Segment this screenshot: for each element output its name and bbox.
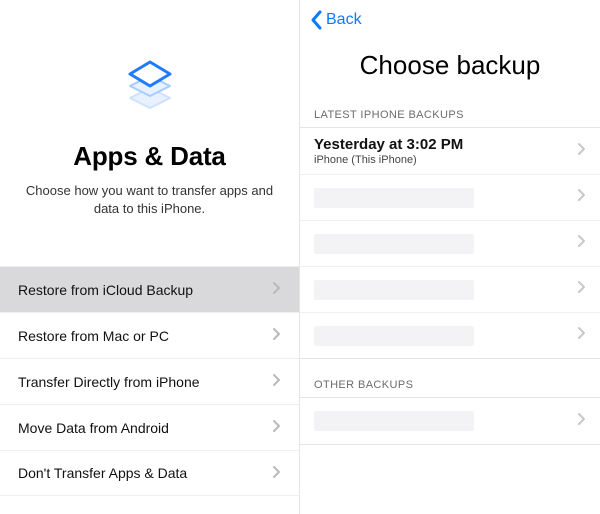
chevron-right-icon (272, 327, 281, 341)
apps-and-data-screen: Apps & Data Choose how you want to trans… (0, 0, 300, 514)
backup-row[interactable] (300, 174, 600, 220)
chevron-right-icon (577, 412, 586, 426)
chevron-right-icon (577, 142, 586, 156)
nav-bar: Back (300, 0, 600, 40)
restore-option-label: Transfer Directly from iPhone (18, 374, 200, 390)
restore-option-label: Restore from Mac or PC (18, 328, 169, 344)
backup-row[interactable] (300, 266, 600, 312)
chevron-right-icon (577, 188, 586, 202)
restore-option[interactable]: Restore from iCloud Backup (0, 266, 299, 312)
restore-option[interactable]: Don't Transfer Apps & Data (0, 450, 299, 496)
page-subtitle: Choose how you want to transfer apps and… (0, 182, 299, 218)
page-title: Choose backup (300, 50, 600, 81)
backup-subtitle: iPhone (This iPhone) (314, 154, 577, 166)
page-title: Apps & Data (73, 141, 225, 172)
restore-option[interactable]: Move Data from Android (0, 404, 299, 450)
backup-row[interactable]: Yesterday at 3:02 PMiPhone (This iPhone) (300, 128, 600, 174)
backup-row[interactable] (300, 220, 600, 266)
placeholder (314, 234, 474, 254)
restore-options-list: Restore from iCloud Backup Restore from M… (0, 266, 299, 496)
choose-backup-screen: Back Choose backup LATEST IPHONE BACKUPS… (300, 0, 600, 514)
restore-option-label: Don't Transfer Apps & Data (18, 465, 187, 481)
other-backups-list (300, 397, 600, 445)
backup-row[interactable] (300, 312, 600, 358)
placeholder (314, 326, 474, 346)
chevron-right-icon (272, 373, 281, 387)
chevron-right-icon (577, 326, 586, 340)
restore-option[interactable]: Transfer Directly from iPhone (0, 358, 299, 404)
placeholder (314, 188, 474, 208)
back-label: Back (326, 11, 362, 29)
restore-option[interactable]: Restore from Mac or PC (0, 312, 299, 358)
chevron-right-icon (272, 419, 281, 433)
chevron-left-icon (310, 10, 324, 30)
backup-row[interactable] (300, 398, 600, 444)
latest-backups-list: Yesterday at 3:02 PMiPhone (This iPhone) (300, 127, 600, 359)
back-button[interactable]: Back (310, 10, 362, 30)
chevron-right-icon (577, 280, 586, 294)
backup-title: Yesterday at 3:02 PM (314, 136, 577, 153)
chevron-right-icon (577, 234, 586, 248)
chevron-right-icon (272, 281, 281, 295)
restore-option-label: Restore from iCloud Backup (18, 282, 193, 298)
chevron-right-icon (272, 465, 281, 479)
restore-option-label: Move Data from Android (18, 420, 169, 436)
apps-and-data-icon (118, 48, 182, 117)
section-header-latest: LATEST IPHONE BACKUPS (300, 109, 600, 127)
placeholder (314, 411, 474, 431)
section-header-other: OTHER BACKUPS (300, 379, 600, 397)
placeholder (314, 280, 474, 300)
